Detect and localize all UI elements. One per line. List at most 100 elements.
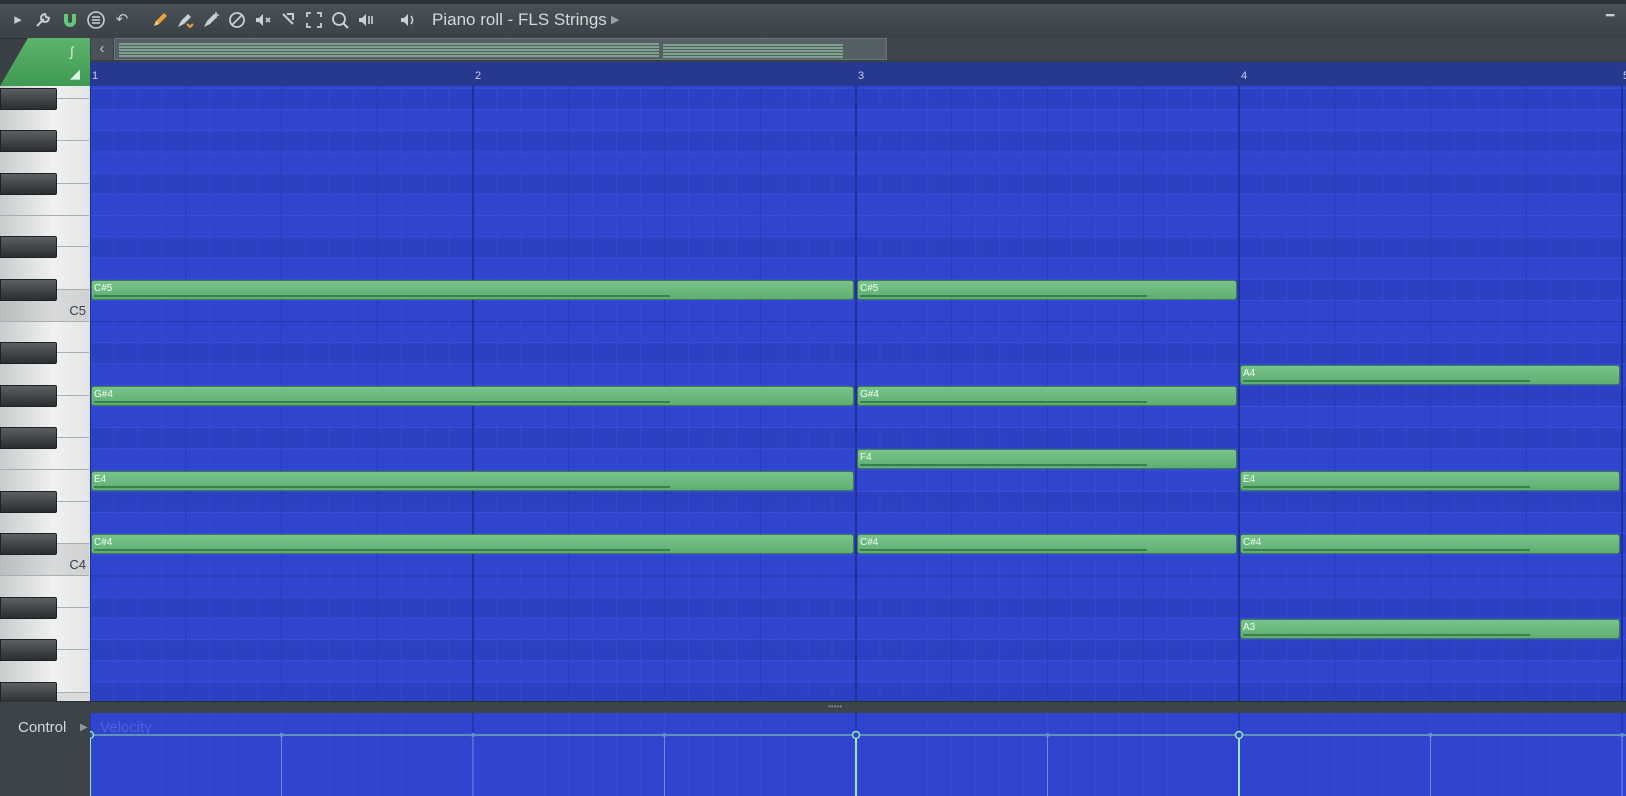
black-key-row xyxy=(90,173,1626,195)
bar-number: 1 xyxy=(92,70,99,82)
paint-add-icon[interactable] xyxy=(201,10,221,30)
black-key[interactable] xyxy=(0,342,57,365)
velocity-handle[interactable] xyxy=(1045,733,1050,737)
note-grid[interactable]: C#5 C#5 A4 G#4 G#4 F4 E4 E4 C#4 C#4 C#4 A3 xyxy=(90,86,1626,701)
black-key[interactable] xyxy=(0,172,57,195)
velocity-lines xyxy=(90,713,1626,796)
note-label: G#4 xyxy=(94,388,113,400)
note-release-line xyxy=(860,464,1147,467)
bar-number: 3 xyxy=(858,70,865,82)
wrench-icon[interactable] xyxy=(33,10,53,30)
note[interactable]: C#4 xyxy=(91,534,854,555)
black-key[interactable] xyxy=(0,427,57,450)
paint-icon[interactable] xyxy=(175,10,195,30)
black-key-row xyxy=(90,491,1626,513)
speaker-icon[interactable] xyxy=(398,10,418,30)
window-title[interactable]: Piano roll - FLS Strings xyxy=(432,9,607,31)
black-key[interactable] xyxy=(0,236,57,259)
overview-track xyxy=(888,38,1626,60)
pattern-overview-scrollbar[interactable] xyxy=(114,38,887,60)
velocity-lane[interactable] xyxy=(90,713,1626,796)
note-release-line xyxy=(1243,485,1530,488)
note-label: A4 xyxy=(1243,367,1256,379)
note-label: A3 xyxy=(1243,622,1256,633)
black-key[interactable] xyxy=(0,278,57,301)
black-key-row xyxy=(90,130,1626,152)
black-key[interactable] xyxy=(0,490,57,513)
note-release-line xyxy=(1243,549,1530,552)
note-label: G#4 xyxy=(860,388,879,400)
black-key[interactable] xyxy=(0,596,57,619)
velocity-handle[interactable] xyxy=(90,730,95,740)
velocity-handle[interactable] xyxy=(471,733,475,737)
note-label: C#4 xyxy=(94,537,113,549)
note[interactable]: C#5 xyxy=(91,279,854,300)
black-key-row xyxy=(90,639,1626,661)
curve-icon[interactable]: ∫ xyxy=(70,44,86,60)
note-release-line xyxy=(860,294,1147,297)
velocity-handle[interactable] xyxy=(662,733,667,737)
note-release-line xyxy=(94,400,671,403)
control-menu-arrow-icon[interactable]: ▶ xyxy=(80,721,88,735)
note[interactable]: C#5 xyxy=(857,279,1237,300)
black-key[interactable] xyxy=(0,384,57,407)
black-key[interactable] xyxy=(0,533,57,556)
zoom-icon[interactable] xyxy=(330,10,350,30)
octave-label-c5: C5 xyxy=(69,303,86,318)
black-key-row xyxy=(90,427,1626,449)
note[interactable]: A4 xyxy=(1240,364,1620,385)
pencil-icon[interactable] xyxy=(150,10,170,30)
note-label: F4 xyxy=(860,452,872,464)
velocity-handle[interactable] xyxy=(279,733,284,737)
scroll-left-button[interactable]: ‹ xyxy=(91,38,113,60)
note-release-line xyxy=(1243,634,1530,636)
note-label: C#4 xyxy=(1243,537,1262,549)
play-arrow-icon[interactable]: ▸ xyxy=(8,10,28,30)
velocity-handle[interactable] xyxy=(1234,730,1244,740)
mute-icon[interactable] xyxy=(253,10,273,30)
piano-keyboard[interactable]: C5 C4 xyxy=(0,86,90,701)
black-key[interactable] xyxy=(0,681,57,701)
black-key-row xyxy=(90,88,1626,110)
playback-icon[interactable] xyxy=(356,10,376,30)
magnet-icon[interactable] xyxy=(60,10,80,30)
velocity-handle[interactable] xyxy=(851,730,861,740)
slip-icon[interactable] xyxy=(279,10,299,30)
delete-icon[interactable] xyxy=(227,10,247,30)
note-label: E4 xyxy=(1243,473,1256,485)
note[interactable]: G#4 xyxy=(91,385,854,406)
note-label: C#5 xyxy=(94,282,113,294)
note[interactable]: C#4 xyxy=(857,534,1237,555)
note-release-line xyxy=(94,549,671,552)
black-key-row xyxy=(90,597,1626,619)
triangle-icon[interactable]: ◢ xyxy=(70,66,86,82)
bar-ruler[interactable]: 1 2 3 4 5 xyxy=(90,62,1626,86)
note[interactable]: F4 xyxy=(857,449,1237,470)
note[interactable]: E4 xyxy=(91,470,854,491)
control-label[interactable]: Control xyxy=(18,718,66,738)
black-key[interactable] xyxy=(0,639,57,662)
minimize-icon[interactable]: ━ xyxy=(1606,8,1620,22)
menu-icon[interactable] xyxy=(86,10,106,30)
black-key[interactable] xyxy=(0,130,57,153)
black-key[interactable] xyxy=(0,88,57,110)
velocity-handle[interactable] xyxy=(1620,733,1624,737)
splitter-grip-icon[interactable]: ••••• xyxy=(828,703,850,711)
note-release-line xyxy=(94,485,671,488)
note-release-line xyxy=(860,400,1147,403)
note-label: C#5 xyxy=(860,282,879,294)
undo-icon[interactable]: ↶ xyxy=(112,10,132,30)
note-label: C#4 xyxy=(860,537,879,549)
title-menu-arrow-icon[interactable]: ▶ xyxy=(611,11,623,29)
black-key-row xyxy=(90,236,1626,258)
note[interactable]: C#4 xyxy=(1240,534,1620,555)
note-release-line xyxy=(860,549,1147,552)
note[interactable]: A3 xyxy=(1240,619,1620,639)
select-icon[interactable] xyxy=(304,10,324,30)
velocity-label: Velocity xyxy=(100,719,152,736)
note-label: E4 xyxy=(94,473,107,485)
note[interactable]: E4 xyxy=(1240,470,1620,491)
note[interactable]: G#4 xyxy=(857,385,1237,406)
black-key-row xyxy=(90,682,1626,701)
velocity-handle[interactable] xyxy=(1428,733,1433,737)
